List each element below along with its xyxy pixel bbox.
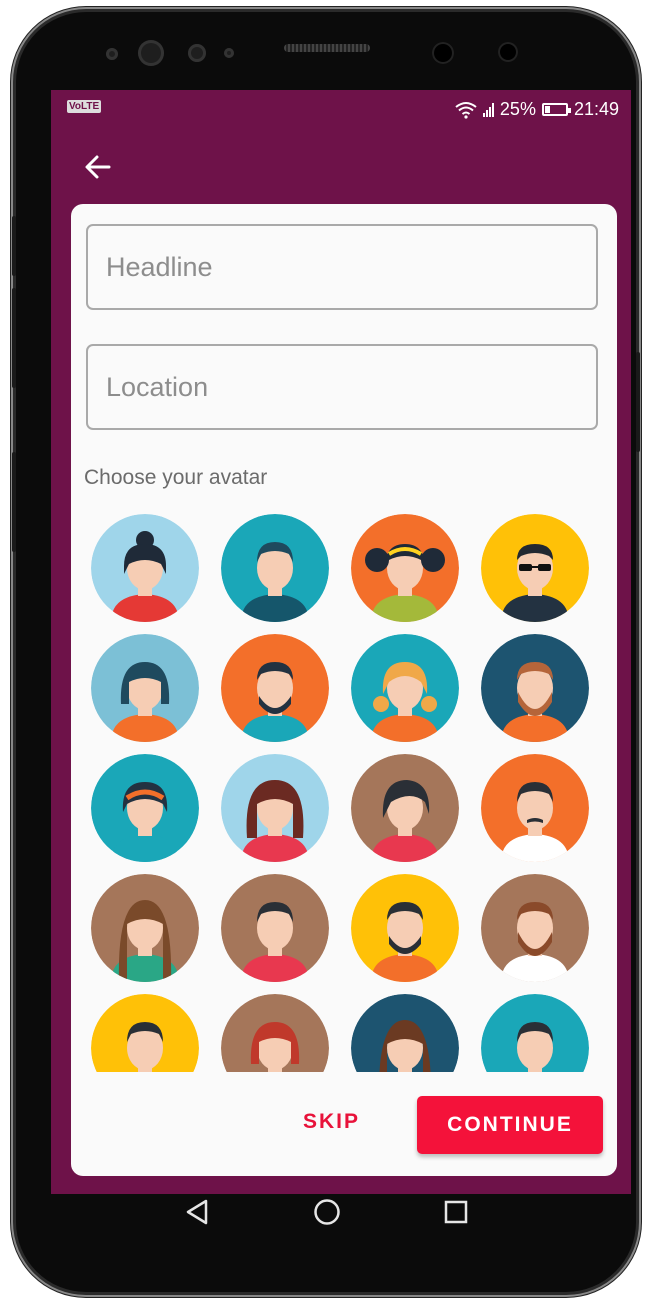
- arrow-left-icon: [85, 155, 111, 179]
- volume-up-button: [12, 216, 16, 276]
- earpiece-speaker: [284, 44, 370, 52]
- skip-button[interactable]: SKIP: [303, 1110, 360, 1134]
- bixby-button: [12, 452, 16, 552]
- avatar-grid: [71, 514, 617, 1072]
- avatar-option[interactable]: [481, 994, 589, 1072]
- sensor-icon: [106, 48, 118, 60]
- avatar-icon: [481, 514, 589, 622]
- avatar-option[interactable]: [221, 994, 329, 1072]
- avatar-icon: [221, 874, 329, 982]
- avatar-icon: [481, 994, 589, 1072]
- avatar-option[interactable]: [91, 994, 199, 1072]
- status-right: 25% 21:49: [455, 99, 619, 120]
- avatar-option[interactable]: [221, 754, 329, 862]
- avatar-icon: [221, 634, 329, 742]
- volte-badge: VoLTE: [67, 100, 102, 113]
- avatar-icon: [351, 514, 459, 622]
- clock: 21:49: [573, 99, 619, 119]
- avatar-option[interactable]: [91, 874, 199, 982]
- avatar-icon: [221, 754, 329, 862]
- phone-frame: VoLTE 25% 21:49 Headline Location Choose…: [12, 12, 640, 1292]
- avatar-option[interactable]: [351, 754, 459, 862]
- status-bar: VoLTE 25% 21:49: [51, 90, 631, 128]
- avatar-option[interactable]: [221, 514, 329, 622]
- location-field: [86, 344, 598, 430]
- avatar-icon: [91, 994, 199, 1072]
- avatar-option[interactable]: [91, 514, 199, 622]
- avatar-icon: [221, 994, 329, 1072]
- avatar-option[interactable]: [351, 994, 459, 1072]
- avatar-option[interactable]: [481, 874, 589, 982]
- battery-percent: 25%: [499, 99, 536, 119]
- volume-down-button: [12, 288, 16, 388]
- iris-camera-icon: [498, 42, 518, 62]
- top-bezel: [16, 12, 636, 78]
- avatar-icon: [221, 514, 329, 622]
- avatar-icon: [91, 514, 199, 622]
- square-recents-icon[interactable]: [444, 1200, 468, 1224]
- wifi-icon: [455, 101, 477, 119]
- avatar-option[interactable]: [481, 754, 589, 862]
- profile-card: Choose your avatar: [71, 204, 617, 1176]
- avatar-option[interactable]: [351, 634, 459, 742]
- avatar-option[interactable]: [221, 874, 329, 982]
- avatar-icon: [481, 754, 589, 862]
- power-button: [636, 352, 640, 452]
- signal-icon: [482, 102, 494, 117]
- avatar-icon: [91, 874, 199, 982]
- headline-input[interactable]: [88, 226, 596, 308]
- avatar-option[interactable]: [481, 514, 589, 622]
- avatar-option[interactable]: [351, 874, 459, 982]
- headline-field: [86, 224, 598, 310]
- proximity-sensor-icon: [188, 44, 206, 62]
- led-icon: [224, 48, 234, 58]
- battery-icon: [541, 103, 571, 116]
- avatar-icon: [91, 634, 199, 742]
- avatar-option[interactable]: [91, 754, 199, 862]
- front-camera-icon: [432, 42, 454, 64]
- avatar-icon: [481, 634, 589, 742]
- avatar-icon: [351, 634, 459, 742]
- avatar-icon: [351, 994, 459, 1072]
- avatar-icon: [351, 874, 459, 982]
- iris-scanner-icon: [138, 40, 164, 66]
- location-input[interactable]: [88, 346, 596, 428]
- avatar-icon: [481, 874, 589, 982]
- continue-button[interactable]: CONTINUE: [417, 1096, 603, 1154]
- app-screen: VoLTE 25% 21:49 Headline Location Choose…: [51, 90, 631, 1194]
- avatar-option[interactable]: [481, 634, 589, 742]
- avatar-heading: Choose your avatar: [84, 466, 268, 489]
- avatar-option[interactable]: [351, 514, 459, 622]
- avatar-option[interactable]: [91, 634, 199, 742]
- avatar-icon: [351, 754, 459, 862]
- avatar-option[interactable]: [221, 634, 329, 742]
- avatar-icon: [91, 754, 199, 862]
- triangle-back-icon[interactable]: [184, 1198, 210, 1226]
- circle-home-icon[interactable]: [313, 1198, 341, 1226]
- back-button[interactable]: [81, 152, 115, 186]
